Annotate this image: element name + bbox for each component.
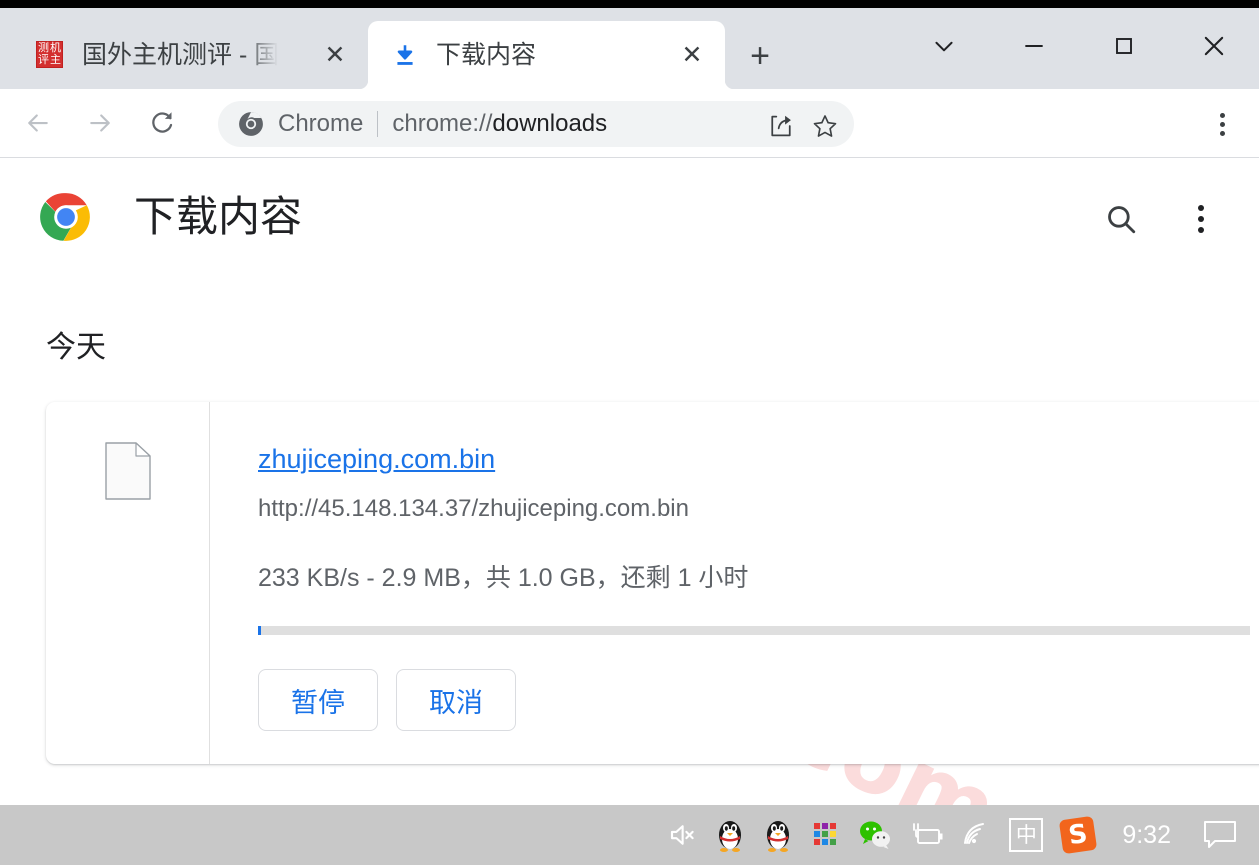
tab-title-downloads: 下载内容 <box>436 41 537 69</box>
search-icon[interactable] <box>1099 197 1143 241</box>
tab-title-site: 国外主机测评 - 国外V <box>82 41 278 69</box>
tab-site[interactable]: 测机 评主 国外主机测评 - 国外V ✕ <box>6 21 368 89</box>
generic-file-icon <box>104 442 151 500</box>
system-tray: 中 S 9:32 <box>658 805 1259 865</box>
browser-menu-icon[interactable] <box>1201 103 1243 145</box>
taskbar-clock[interactable]: 9:32 <box>1104 820 1189 850</box>
tab-close-icon[interactable]: ✕ <box>677 40 707 70</box>
chrome-icon <box>239 112 263 136</box>
browser-toolbar: Chrome chrome://downloads <box>0 89 1259 158</box>
qq-penguin-icon[interactable] <box>754 805 802 865</box>
omnibox-url-scheme: chrome:// <box>392 110 493 137</box>
new-tab-button[interactable]: + <box>740 36 780 76</box>
omnibox-url-path: downloads <box>492 110 608 137</box>
download-filename-link[interactable]: zhujiceping.com.bin <box>258 442 495 476</box>
battery-charging-icon[interactable] <box>900 805 952 865</box>
omnibox-separator <box>377 111 379 137</box>
color-squares-icon[interactable] <box>802 805 850 865</box>
back-button[interactable] <box>14 99 62 147</box>
tab-search-chevron-down-icon[interactable] <box>899 16 989 76</box>
page-title: 下载内容 <box>134 193 303 240</box>
star-icon[interactable] <box>808 109 842 143</box>
reload-button[interactable] <box>138 99 186 147</box>
tab-close-icon[interactable]: ✕ <box>320 40 350 70</box>
download-arrow-icon <box>397 45 413 65</box>
forward-button[interactable] <box>76 99 124 147</box>
notification-icon[interactable] <box>1189 805 1259 865</box>
maximize-icon[interactable] <box>1079 16 1169 76</box>
download-item-card: zhujiceping.com.bin http://45.148.134.37… <box>46 402 1259 764</box>
download-status-text: 233 KB/s - 2.9 MB，共 1.0 GB，还剩 1 小时 <box>258 564 749 592</box>
tab-strip: 测机 评主 国外主机测评 - 国外V ✕ 下载内容 ✕ + <box>0 8 1259 89</box>
ime-label: 中 <box>1009 818 1044 852</box>
qq-penguin-icon[interactable] <box>706 805 754 865</box>
close-icon[interactable] <box>1169 16 1259 76</box>
ime-chinese-icon[interactable]: 中 <box>1000 805 1052 865</box>
download-details: zhujiceping.com.bin http://45.148.134.37… <box>210 402 1259 764</box>
windows-taskbar: 中 S 9:32 <box>0 805 1259 865</box>
minimize-icon[interactable] <box>989 16 1079 76</box>
sogou-icon[interactable]: S <box>1052 805 1104 865</box>
address-bar[interactable]: Chrome chrome://downloads <box>218 101 854 147</box>
download-actions: 暂停 取消 <box>258 669 1259 731</box>
downloads-header: 下载内容 <box>0 181 1259 271</box>
share-icon[interactable] <box>764 109 798 143</box>
download-progress-bar <box>258 626 1250 635</box>
favicon-site: 测机 评主 <box>36 41 63 68</box>
download-source-url: http://45.148.134.37/zhujiceping.com.bin <box>258 495 689 522</box>
wechat-icon[interactable] <box>850 805 900 865</box>
omnibox-chip-label: Chrome <box>278 110 364 137</box>
download-file-icon-column <box>46 402 210 764</box>
day-group-label: 今天 <box>46 331 106 364</box>
window-top-edge <box>0 0 1259 8</box>
download-progress-fill <box>258 626 261 635</box>
omnibox-url: chrome://downloads <box>392 109 607 139</box>
tab-downloads[interactable]: 下载内容 ✕ <box>368 21 725 89</box>
browser-window: 测机 评主 国外主机测评 - 国外V ✕ 下载内容 ✕ + <box>0 0 1259 865</box>
sogou-label: S <box>1059 815 1098 855</box>
downloads-page: zhujiceping.com 下载内容 今天 <box>0 159 1259 805</box>
pause-button[interactable]: 暂停 <box>258 669 378 731</box>
speaker-muted-icon[interactable] <box>658 805 706 865</box>
chrome-logo <box>40 193 90 241</box>
window-controls <box>899 16 1259 76</box>
wifi-icon[interactable] <box>952 805 1000 865</box>
page-menu-icon[interactable] <box>1179 197 1223 241</box>
cancel-button[interactable]: 取消 <box>396 669 516 731</box>
